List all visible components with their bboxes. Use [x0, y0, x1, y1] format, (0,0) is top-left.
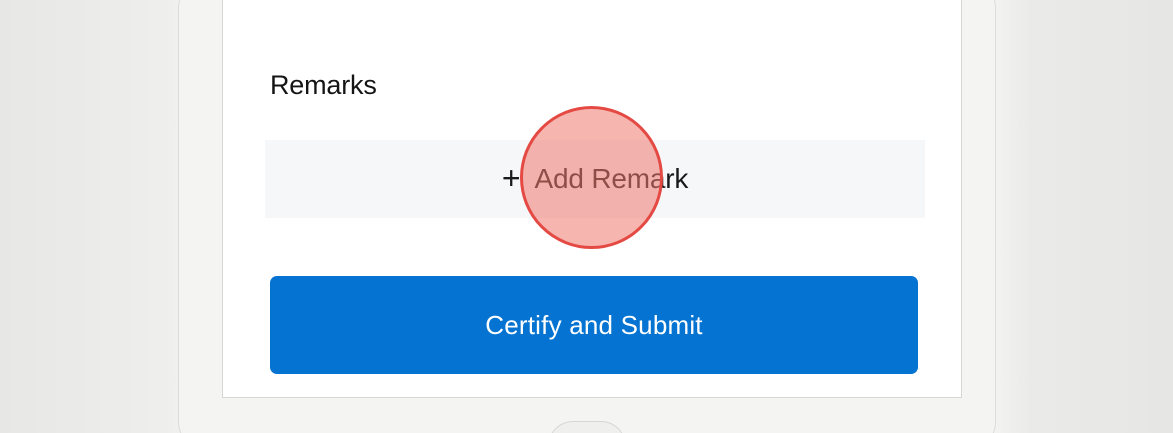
plus-icon: + — [501, 159, 521, 196]
add-remark-label: Add Remark — [534, 163, 689, 194]
app-screen: Remarks + Add Remark Certify and Submit — [222, 0, 962, 398]
remarks-section-title: Remarks — [270, 70, 377, 100]
certify-and-submit-button[interactable]: Certify and Submit — [270, 276, 918, 374]
add-remark-button[interactable]: + Add Remark — [265, 140, 925, 218]
photo-background: Remarks + Add Remark Certify and Submit — [0, 0, 1173, 433]
